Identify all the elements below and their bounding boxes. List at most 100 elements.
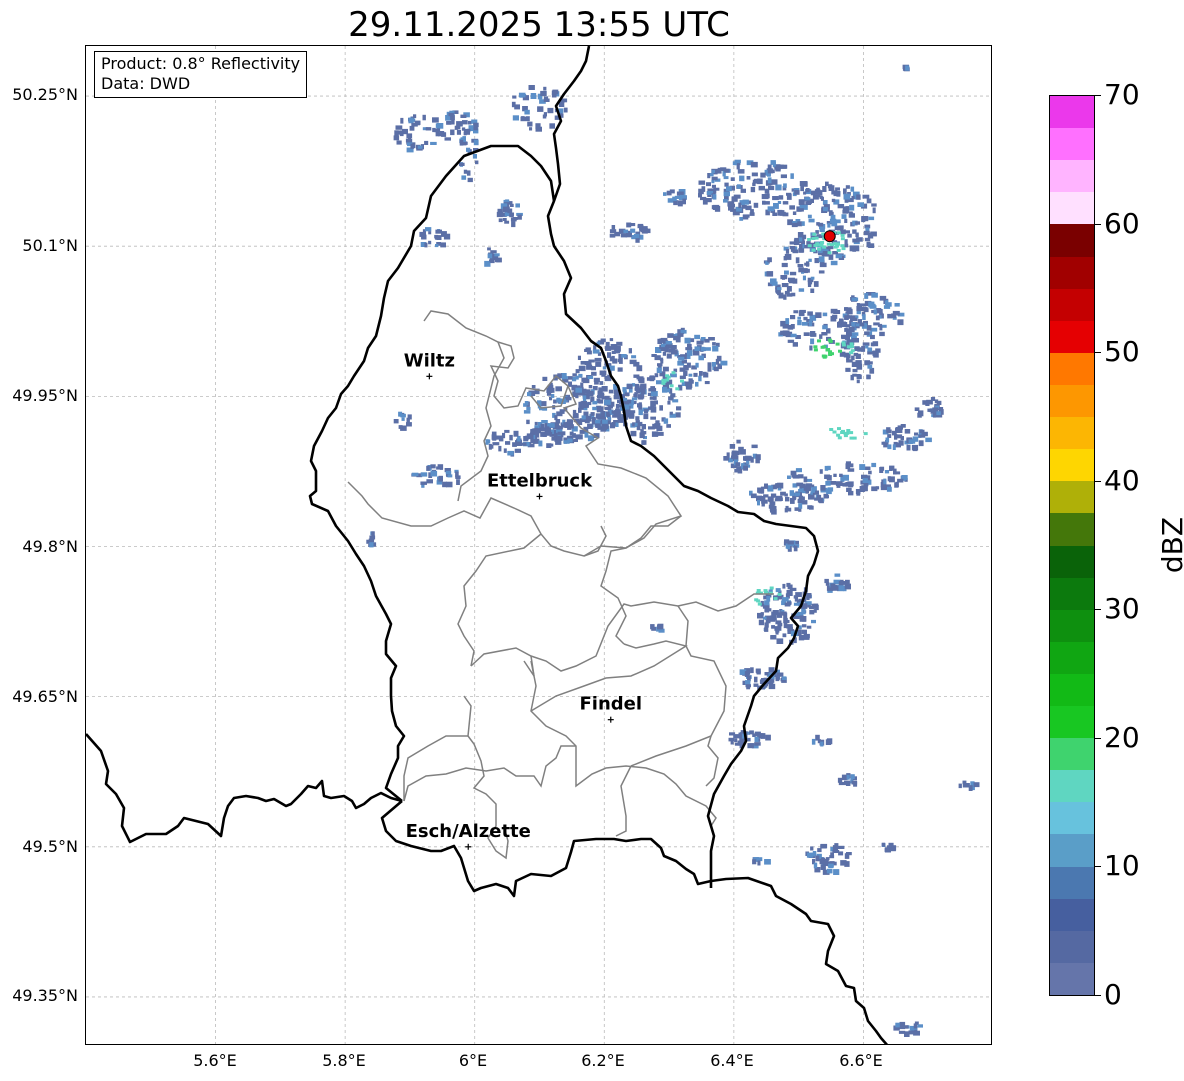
echo-cell <box>578 434 583 440</box>
echo-cell <box>732 161 737 166</box>
colorbar-segment <box>1050 930 1094 963</box>
echo-cell <box>831 190 838 195</box>
echo-cell-strong <box>830 352 834 356</box>
echo-cell <box>706 182 711 187</box>
echo-cell <box>504 429 510 433</box>
radar-site-marker[interactable] <box>823 230 836 243</box>
echo-cell <box>856 379 860 384</box>
echo-cell <box>695 381 699 387</box>
echo-cell <box>604 406 612 411</box>
echo-cell <box>875 315 880 321</box>
echo-cell <box>573 412 578 417</box>
echo-cell <box>768 684 772 689</box>
echo-cell <box>637 421 643 427</box>
echo-cell <box>590 412 595 416</box>
echo-cell <box>640 388 646 395</box>
city-findel[interactable]: Findel <box>579 694 642 723</box>
echo-cell <box>424 242 428 248</box>
echo-cell <box>393 135 400 141</box>
echo-cell <box>489 444 494 449</box>
echo-cell <box>909 1025 915 1031</box>
echo-cell <box>686 362 691 368</box>
echo-cell <box>820 843 828 849</box>
colorbar-segment <box>1050 962 1094 995</box>
echo-cell <box>617 417 625 423</box>
echo-cell <box>601 411 605 417</box>
echo-cell <box>962 783 970 788</box>
echo-cell <box>626 384 633 389</box>
echo-cell <box>393 419 399 424</box>
echo-cell <box>825 582 830 586</box>
echo-cell <box>864 331 870 336</box>
echo-cell <box>844 218 848 223</box>
echo-cell-strong <box>756 599 761 603</box>
echo-cell <box>430 470 438 477</box>
colorbar-tick-label: 40 <box>1104 463 1140 497</box>
echo-cell <box>850 186 855 192</box>
echo-cell <box>822 312 828 317</box>
echo-cell-strong <box>840 244 845 248</box>
echo-cell <box>517 435 521 442</box>
echo-cell <box>615 408 620 413</box>
echo-cell <box>867 364 873 369</box>
echo-cell <box>730 208 737 212</box>
country-border[interactable] <box>546 46 820 888</box>
map-canvas: Wiltz Ettelbruck Findel Esch/Alzette <box>86 46 991 1044</box>
colorbar-tick <box>1095 609 1101 611</box>
echo-cell <box>887 434 892 438</box>
echo-cell <box>884 470 890 474</box>
echo-cell <box>840 579 844 585</box>
echo-cell <box>599 381 604 385</box>
echo-cell <box>819 334 823 339</box>
echo-cell <box>813 862 818 869</box>
echo-cell <box>768 496 774 503</box>
echo-cell-strong <box>827 251 832 255</box>
echo-cell <box>580 382 584 388</box>
echo-cell <box>818 270 825 274</box>
echo-cell <box>840 476 845 482</box>
echo-cell <box>803 332 810 336</box>
echo-cell <box>881 441 886 445</box>
echo-cell <box>704 338 710 343</box>
echo-cell <box>758 489 762 494</box>
echo-cell <box>487 247 491 251</box>
echo-cell <box>709 173 714 177</box>
city-ettelbruck[interactable]: Ettelbruck <box>487 470 593 500</box>
country-border[interactable] <box>86 733 403 844</box>
lon-label: 6.4°E <box>710 1051 754 1070</box>
echo-cell <box>821 857 825 861</box>
echo-cell-strong <box>841 247 846 251</box>
echo-cell <box>783 294 787 300</box>
echo-cell <box>911 444 919 451</box>
echo-cell <box>841 321 846 326</box>
echo-cell <box>604 399 611 405</box>
echo-cell <box>447 474 453 478</box>
echo-cell <box>624 392 630 396</box>
echo-cell <box>438 475 443 482</box>
echo-cell <box>820 196 824 201</box>
echo-cell <box>523 436 529 442</box>
echo-cell <box>817 848 822 853</box>
echo-cell <box>687 343 692 349</box>
radar-map[interactable]: Wiltz Ettelbruck Findel Esch/Alzette <box>85 45 992 1045</box>
echo-cell <box>832 214 836 220</box>
echo-cell <box>563 422 570 427</box>
echo-cell <box>770 278 777 285</box>
echo-cell <box>797 498 803 503</box>
echo-cell <box>742 215 749 220</box>
echo-cell <box>607 416 612 421</box>
city-esch-alzette[interactable]: Esch/Alzette <box>406 821 531 850</box>
echo-cell <box>841 214 847 219</box>
echo-cell <box>787 540 794 545</box>
echo-cell <box>696 340 703 345</box>
echo-cell <box>778 195 784 200</box>
echo-cell <box>827 739 832 743</box>
echo-cell <box>736 164 740 170</box>
echo-cell <box>694 346 700 351</box>
colorbar-tick-label: 10 <box>1104 849 1140 883</box>
echo-cell <box>613 394 621 400</box>
echo-cell <box>571 433 576 438</box>
colorbar-segment <box>1050 833 1094 867</box>
echo-cell <box>733 450 740 455</box>
city-wiltz[interactable]: Wiltz <box>404 350 455 380</box>
